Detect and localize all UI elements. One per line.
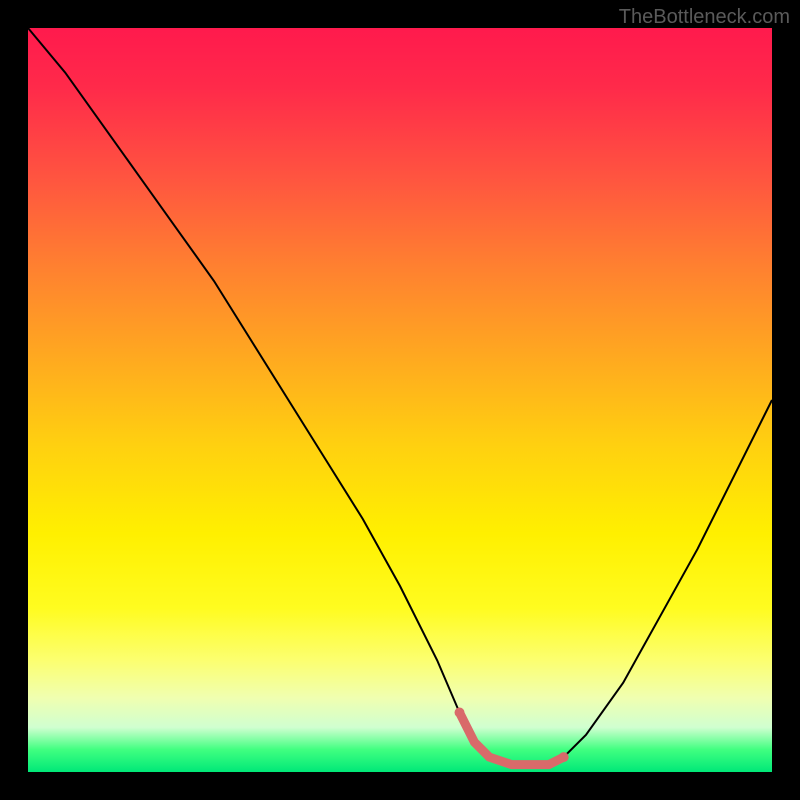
- highlight-dot-left: [455, 707, 465, 717]
- bottleneck-curve: [28, 28, 772, 765]
- highlight-zone-curve: [460, 713, 564, 765]
- chart-svg: [28, 28, 772, 772]
- watermark-text: TheBottleneck.com: [619, 6, 790, 29]
- highlight-dot-right: [559, 752, 569, 762]
- chart-plot-area: [28, 28, 772, 772]
